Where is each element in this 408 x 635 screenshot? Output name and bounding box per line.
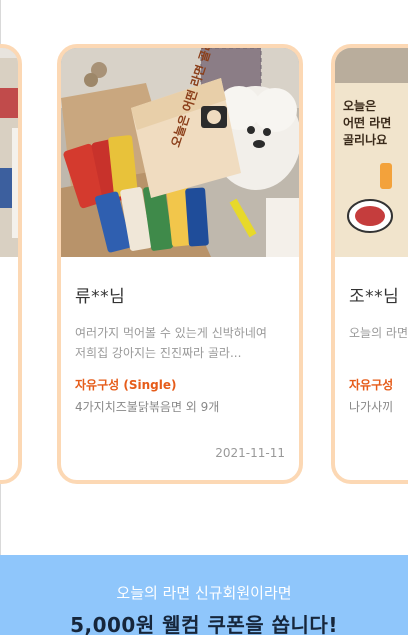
- banner-subtitle: 오늘의 라면 신규회원이라면: [116, 584, 292, 602]
- banner-title: 5,000원 웰컴 쿠폰을 쏩니다!: [70, 613, 338, 635]
- review-card-next[interactable]: 오늘은 어떤 라면 골리나요 조**님 오늘의 라면 이 기뻥 자유구성 나가사…: [331, 44, 408, 484]
- review-text: 여러가지 먹어볼 수 있는게 신박하네여 저희집 강아지는 진진짜라 골라...: [75, 326, 267, 360]
- svg-text:골리나요: 골리나요: [343, 132, 387, 147]
- purchased-products: 나가사끼: [349, 400, 394, 414]
- svg-text:어떤 라면: 어떤 라면: [343, 115, 391, 130]
- welcome-coupon-banner[interactable]: 오늘의 라면 신규회원이라면 5,000원 웰컴 쿠폰을 쏩니다!: [0, 555, 408, 635]
- review-date: 2021-11-11: [215, 446, 285, 460]
- purchase-option: 자유구성: [349, 378, 394, 392]
- purchased-products: 4가지치즈불닭볶음면 외 9개: [75, 400, 220, 414]
- review-info: 조**님 오늘의 라면 이 기뻥 자유구성 나가사끼: [349, 257, 408, 415]
- reviewer-name: 조**님: [349, 287, 400, 307]
- review-carousel[interactable]: 오늘은 어떤 라면 골리나요? 류**님 여러가지 먹어볼 수 있는게 신박하네…: [0, 0, 408, 555]
- review-text: 오늘의 라면 이 기뻥: [349, 326, 408, 340]
- box-print-text: 오늘은: [343, 99, 376, 113]
- review-photo: 오늘은 어떤 라면 골리나요?: [61, 48, 299, 257]
- review-photo: [0, 48, 18, 257]
- review-card[interactable]: 오늘은 어떤 라면 골리나요? 류**님 여러가지 먹어볼 수 있는게 신박하네…: [57, 44, 303, 484]
- reviewer-name: 류**님: [75, 287, 126, 307]
- purchase-option: 자유구성 (Single): [75, 378, 177, 392]
- review-info: 류**님 여러가지 먹어볼 수 있는게 신박하네여 저희집 강아지는 진진짜라 …: [75, 257, 285, 415]
- review-photo: 오늘은 어떤 라면 골리나요: [335, 48, 408, 257]
- review-card-previous[interactable]: [0, 44, 22, 484]
